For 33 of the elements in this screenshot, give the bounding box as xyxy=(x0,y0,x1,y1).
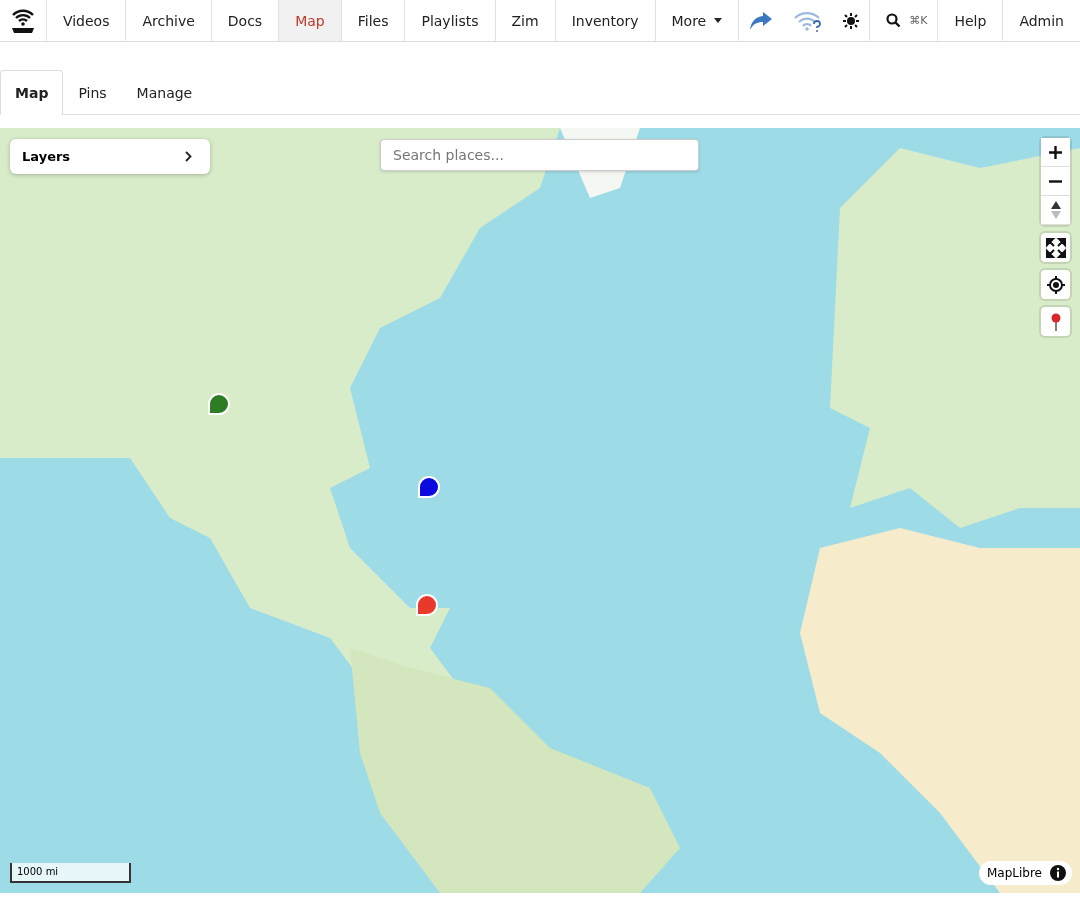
tab[interactable]: Pins xyxy=(63,70,122,115)
attribution-badge[interactable]: MapLibre xyxy=(979,861,1072,885)
info-icon[interactable] xyxy=(1050,865,1066,881)
chevron-icon xyxy=(185,151,192,162)
fullscreen-button[interactable] xyxy=(1041,233,1070,262)
caret-icon xyxy=(714,18,723,23)
more-menu[interactable]: More xyxy=(655,0,740,41)
pushpin-icon xyxy=(1050,312,1061,331)
admin-link[interactable]: Admin xyxy=(1003,0,1080,41)
zoom-in-button[interactable] xyxy=(1041,138,1070,167)
nav-link[interactable]: Inventory xyxy=(555,0,656,41)
locate-button[interactable] xyxy=(1041,270,1070,299)
layers-button[interactable]: Layers xyxy=(10,139,210,174)
add-pin-button[interactable] xyxy=(1041,307,1070,336)
plus-icon xyxy=(1049,145,1062,159)
help-link[interactable]: Help xyxy=(938,0,1004,41)
shortcut-hint: ⌘K xyxy=(909,14,928,27)
nav-link[interactable]: Zim xyxy=(495,0,556,41)
nav-link[interactable]: Archive xyxy=(126,0,212,41)
fullscreen-icon xyxy=(1045,237,1066,258)
locate-icon xyxy=(1046,275,1065,294)
map-pin[interactable] xyxy=(414,593,439,618)
tab[interactable]: Manage xyxy=(121,70,208,115)
compass-icon xyxy=(1050,201,1061,219)
nav-link[interactable]: Playlists xyxy=(405,0,496,41)
nav-link[interactable]: Map xyxy=(279,0,342,41)
tab[interactable]: Map xyxy=(0,70,64,115)
search-field[interactable]: Search places... xyxy=(380,139,699,171)
nav-link[interactable]: Videos xyxy=(46,0,127,41)
nav-link[interactable]: Files xyxy=(341,0,406,41)
scale-bar: 1000 mi xyxy=(10,863,131,883)
minus-icon xyxy=(1049,179,1062,183)
search-icon[interactable] xyxy=(886,13,902,28)
